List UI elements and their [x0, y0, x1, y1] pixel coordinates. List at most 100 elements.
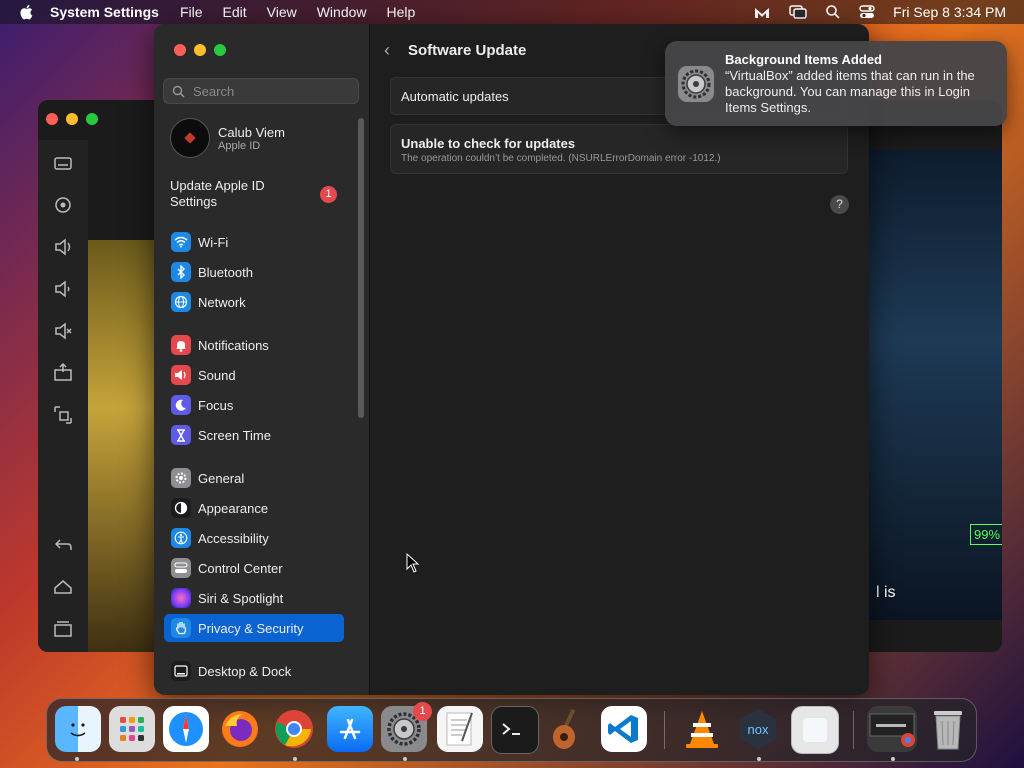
- terminal-icon: [502, 723, 520, 735]
- bg-close-button[interactable]: [46, 113, 58, 125]
- dock-terminal[interactable]: [491, 706, 539, 754]
- menu-file[interactable]: File: [180, 4, 203, 20]
- bg-toolbar: [38, 140, 88, 652]
- search-field[interactable]: [163, 78, 359, 104]
- error-detail: The operation couldn’t be completed. (NS…: [401, 153, 721, 164]
- running-indicator: [891, 757, 895, 761]
- dock-app-store[interactable]: [327, 706, 373, 752]
- dock-firefox[interactable]: [217, 706, 263, 752]
- sidebar-item-label: Bluetooth: [198, 264, 253, 280]
- sidebar-item-label: Notifications: [198, 337, 269, 353]
- bg-zoom-button[interactable]: [86, 113, 98, 125]
- globe-icon: [171, 292, 191, 312]
- error-title: Unable to check for updates: [401, 136, 576, 151]
- chrome-icon: [275, 710, 313, 748]
- dock-separator: [853, 711, 854, 749]
- update-error-box: Unable to check for updates The operatio…: [390, 124, 848, 174]
- back-chevron-icon[interactable]: ‹: [384, 40, 390, 61]
- sidebar-scrollbar[interactable]: [358, 118, 364, 418]
- sidebar-item-sound[interactable]: Sound: [164, 361, 344, 389]
- sidebar-item-general[interactable]: General: [164, 464, 344, 492]
- sidebar-item-notifications[interactable]: Notifications: [164, 331, 344, 359]
- sidebar-item-network[interactable]: Network: [164, 288, 344, 316]
- running-indicator: [403, 757, 407, 761]
- sidebar-item-appearance[interactable]: Appearance: [164, 494, 344, 522]
- sidebar-item-siri-spotlight[interactable]: Siri & Spotlight: [164, 584, 344, 612]
- screenshot-icon[interactable]: [52, 404, 74, 426]
- mouse-pointer-icon: [406, 553, 420, 573]
- appearance-icon: [171, 498, 191, 518]
- volume-up-icon[interactable]: [52, 236, 74, 258]
- dock-vscode[interactable]: [601, 706, 647, 752]
- menu-window[interactable]: Window: [317, 4, 367, 20]
- profile-name: Calub Viem: [218, 124, 285, 140]
- home-icon[interactable]: [52, 576, 74, 598]
- help-button[interactable]: ?: [830, 195, 849, 214]
- control-center-icon[interactable]: [859, 4, 875, 20]
- volume-down-icon[interactable]: [52, 278, 74, 300]
- close-button[interactable]: [174, 44, 186, 56]
- bg-minimize-button[interactable]: [66, 113, 78, 125]
- menu-help[interactable]: Help: [387, 4, 416, 20]
- wifi-icon: [171, 232, 191, 252]
- siri-icon: [171, 588, 191, 608]
- back-icon[interactable]: [52, 534, 74, 556]
- dock-textedit[interactable]: [437, 706, 483, 752]
- sidebar-item-label: Control Center: [198, 560, 283, 576]
- vscode-icon: [608, 715, 638, 743]
- malwarebytes-icon[interactable]: [753, 4, 771, 20]
- app-name-menu[interactable]: System Settings: [50, 4, 159, 20]
- sidebar-item-label: Privacy & Security: [198, 620, 304, 636]
- dock-finder[interactable]: [55, 706, 101, 752]
- dock-launchpad[interactable]: [109, 706, 155, 752]
- notification-banner[interactable]: Background Items Added “VirtualBox” adde…: [665, 41, 1007, 126]
- recents-icon[interactable]: [52, 618, 74, 640]
- menu-edit[interactable]: Edit: [223, 4, 247, 20]
- dock-chrome-window[interactable]: [867, 706, 917, 752]
- apple-logo-icon[interactable]: [18, 3, 36, 21]
- dock-trash[interactable]: [925, 706, 971, 752]
- sidebar-item-bluetooth[interactable]: Bluetooth: [164, 258, 344, 286]
- mute-icon[interactable]: [52, 320, 74, 342]
- dock-garageband[interactable]: [545, 706, 591, 752]
- accessibility-icon: [171, 528, 191, 548]
- running-indicator: [757, 757, 761, 761]
- bluetooth-icon: [171, 262, 191, 282]
- sidebar-item-wifi[interactable]: Wi-Fi: [164, 228, 344, 256]
- apk-install-icon[interactable]: [52, 362, 74, 384]
- screen-mirroring-icon[interactable]: [789, 4, 807, 20]
- update-badge: 1: [320, 186, 337, 203]
- minimize-button[interactable]: [194, 44, 206, 56]
- spotlight-search-icon[interactable]: [825, 4, 841, 20]
- sidebar-item-focus[interactable]: Focus: [164, 391, 344, 419]
- sidebar-item-label: Accessibility: [198, 530, 269, 546]
- sidebar-item-label: General: [198, 470, 245, 486]
- sidebar-item-label: Appearance: [198, 500, 269, 516]
- dock-chrome[interactable]: [271, 706, 317, 752]
- dock-nox[interactable]: nox: [735, 706, 781, 752]
- vlc-cone-icon: [686, 711, 718, 748]
- sidebar-item-accessibility[interactable]: Accessibility: [164, 524, 344, 552]
- location-icon[interactable]: [52, 194, 74, 216]
- notification-body: “VirtualBox” added items that can run in…: [725, 68, 975, 115]
- page-title: Software Update: [408, 42, 527, 59]
- dock-preview[interactable]: [791, 706, 839, 754]
- sidebar-item-label: Siri & Spotlight: [198, 590, 284, 606]
- menu-bar-clock[interactable]: Fri Sep 8 3:34 PM: [893, 4, 1006, 20]
- zoom-button[interactable]: [214, 44, 226, 56]
- dock-safari[interactable]: [163, 706, 209, 752]
- dock-vlc[interactable]: [679, 706, 725, 752]
- firefox-icon: [222, 711, 258, 747]
- menu-view[interactable]: View: [267, 4, 297, 20]
- settings-dock-badge: 1: [413, 702, 432, 721]
- sidebar-item-privacy-security[interactable]: Privacy & Security: [164, 614, 344, 642]
- apple-id-profile[interactable]: Calub Viem Apple ID: [170, 118, 285, 158]
- keyboard-icon[interactable]: [52, 152, 74, 174]
- update-apple-id-settings[interactable]: Update Apple ID Settings: [170, 178, 290, 210]
- search-input[interactable]: [191, 82, 355, 100]
- dock: nox: [46, 698, 977, 762]
- sidebar-item-control-center[interactable]: Control Center: [164, 554, 344, 582]
- sidebar-item-screen-time[interactable]: Screen Time: [164, 421, 344, 449]
- finder-icon: [70, 723, 86, 737]
- sidebar-item-desktop-dock[interactable]: Desktop & Dock: [164, 657, 344, 685]
